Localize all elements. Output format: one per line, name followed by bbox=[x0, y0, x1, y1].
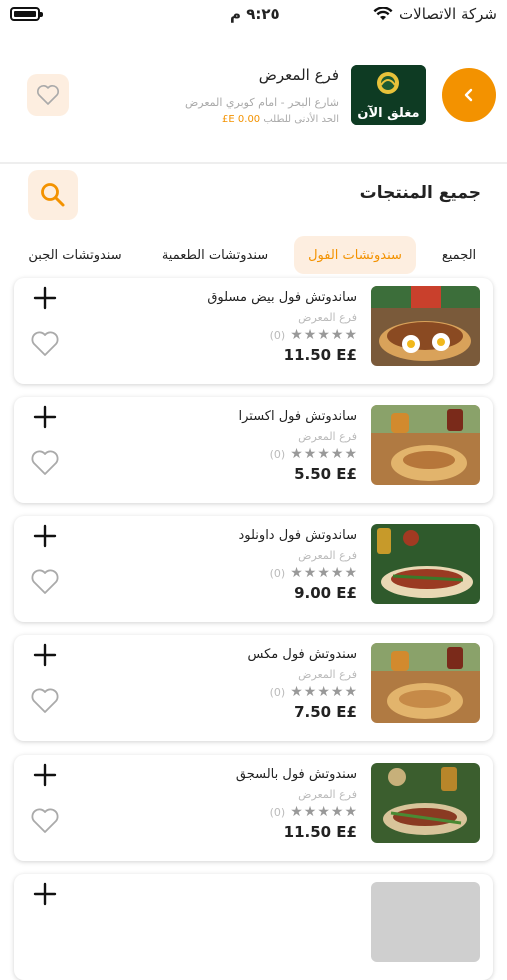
rating-count: (0) bbox=[269, 685, 286, 699]
rating-count: (0) bbox=[269, 328, 286, 342]
product-branch: فرع المعرض bbox=[298, 788, 357, 801]
search-button[interactable] bbox=[28, 170, 78, 220]
heart-icon[interactable] bbox=[30, 568, 60, 596]
star-icon: ★ bbox=[317, 446, 330, 462]
star-icon: ★ bbox=[317, 327, 330, 343]
product-card[interactable]: ساندوتش فول بيض مسلوق فرع المعرض ★ ★ ★ ★… bbox=[14, 278, 493, 384]
star-icon: ★ bbox=[290, 446, 303, 462]
product-image bbox=[371, 405, 480, 485]
star-icon: ★ bbox=[344, 684, 357, 700]
star-icon: ★ bbox=[330, 684, 344, 700]
star-icon: ★ bbox=[290, 804, 303, 820]
product-rating: ★ ★ ★ ★ ★ (0) bbox=[270, 805, 357, 819]
product-image bbox=[371, 286, 480, 366]
tab-taameya-sandwiches[interactable]: سندوتشات الطعمية bbox=[152, 236, 278, 274]
branch-address: شارع البحر - امام كوبري المعرض bbox=[184, 96, 339, 109]
branch-logo: مغلق الآن bbox=[351, 65, 426, 125]
closed-now-label: مغلق الآن bbox=[357, 106, 420, 121]
star-icon: ★ bbox=[330, 804, 344, 820]
add-to-cart-button[interactable] bbox=[32, 762, 58, 788]
status-time: ٩:٢٥ م bbox=[230, 5, 280, 23]
star-icon: ★ bbox=[344, 327, 357, 343]
branch-min-order: الحد الأدنى للطلب 0.00 E£ bbox=[222, 114, 339, 125]
add-to-cart-button[interactable] bbox=[32, 404, 58, 430]
rating-count: (0) bbox=[269, 566, 286, 580]
search-icon bbox=[41, 183, 65, 207]
product-name: ساندوتش فول اكسترا bbox=[238, 409, 357, 424]
product-rating: ★ ★ ★ ★ ★ (0) bbox=[270, 328, 357, 342]
product-rating: ★ ★ ★ ★ ★ (0) bbox=[270, 447, 357, 461]
product-image bbox=[371, 882, 480, 962]
product-name: سندوتش فول مكس bbox=[247, 647, 357, 662]
star-icon: ★ bbox=[317, 684, 330, 700]
product-price: 9.00 E£ bbox=[294, 584, 357, 602]
product-price: 7.50 E£ bbox=[294, 703, 357, 721]
heart-icon bbox=[37, 85, 59, 105]
star-icon: ★ bbox=[303, 684, 317, 700]
product-price: 11.50 E£ bbox=[283, 346, 357, 364]
star-icon: ★ bbox=[303, 327, 317, 343]
tab-all[interactable]: الجميع bbox=[429, 236, 489, 274]
star-icon: ★ bbox=[303, 446, 317, 462]
branch-open-button[interactable] bbox=[442, 68, 496, 122]
heart-icon[interactable] bbox=[30, 807, 60, 835]
rating-count: (0) bbox=[269, 447, 286, 461]
product-price: 5.50 E£ bbox=[294, 465, 357, 483]
product-name: سندوتش فول بالسجق bbox=[235, 767, 357, 782]
star-icon: ★ bbox=[330, 327, 344, 343]
star-icon: ★ bbox=[330, 446, 344, 462]
product-name: ساندوتش فول بيض مسلوق bbox=[207, 290, 357, 305]
star-icon: ★ bbox=[303, 565, 317, 581]
status-bar: ٩:٢٥ م شركة الاتصالات bbox=[0, 0, 507, 30]
heart-icon[interactable] bbox=[30, 449, 60, 477]
heart-icon[interactable] bbox=[30, 687, 60, 715]
tab-foul-sandwiches[interactable]: سندوتشات الفول bbox=[294, 236, 416, 274]
product-card[interactable] bbox=[14, 874, 493, 980]
product-branch: فرع المعرض bbox=[298, 430, 357, 443]
category-tabs: الجميع سندوتشات الفول سندوتشات الطعمية س… bbox=[0, 232, 507, 278]
product-rating: ★ ★ ★ ★ ★ (0) bbox=[270, 685, 357, 699]
rating-count: (0) bbox=[269, 805, 286, 819]
add-to-cart-button[interactable] bbox=[32, 285, 58, 311]
product-branch: فرع المعرض bbox=[298, 311, 357, 324]
branch-name: فرع المعرض bbox=[258, 66, 339, 84]
battery-icon bbox=[10, 7, 43, 21]
product-price: 11.50 E£ bbox=[283, 823, 357, 841]
heart-icon[interactable] bbox=[30, 330, 60, 358]
product-card[interactable]: ساندوتش فول داونلود فرع المعرض ★ ★ ★ ★ ★… bbox=[14, 516, 493, 622]
product-card[interactable]: سندوتش فول بالسجق فرع المعرض ★ ★ ★ ★ ★ (… bbox=[14, 755, 493, 861]
star-icon: ★ bbox=[303, 804, 317, 820]
product-branch: فرع المعرض bbox=[298, 549, 357, 562]
product-name: ساندوتش فول داونلود bbox=[238, 528, 357, 543]
star-icon: ★ bbox=[317, 804, 330, 820]
product-image bbox=[371, 763, 480, 843]
tab-cheese-sandwiches[interactable]: سندوتشات الجبن bbox=[16, 236, 134, 274]
star-icon: ★ bbox=[344, 565, 357, 581]
product-branch: فرع المعرض bbox=[298, 668, 357, 681]
star-icon: ★ bbox=[317, 565, 330, 581]
product-card[interactable]: سندوتش فول مكس فرع المعرض ★ ★ ★ ★ ★ (0) … bbox=[14, 635, 493, 741]
product-image bbox=[371, 524, 480, 604]
star-icon: ★ bbox=[344, 804, 357, 820]
star-icon: ★ bbox=[290, 327, 303, 343]
product-card[interactable]: ساندوتش فول اكسترا فرع المعرض ★ ★ ★ ★ ★ … bbox=[14, 397, 493, 503]
min-order-amount: 0.00 E£ bbox=[222, 114, 261, 125]
product-image bbox=[371, 643, 480, 723]
product-rating: ★ ★ ★ ★ ★ (0) bbox=[270, 566, 357, 580]
star-icon: ★ bbox=[344, 446, 357, 462]
divider bbox=[0, 162, 507, 164]
star-icon: ★ bbox=[290, 565, 303, 581]
add-to-cart-button[interactable] bbox=[32, 523, 58, 549]
add-to-cart-button[interactable] bbox=[32, 642, 58, 668]
carrier-name: شركة الاتصالات bbox=[399, 5, 497, 23]
page-title: جميع المنتجات bbox=[359, 183, 481, 203]
star-icon: ★ bbox=[330, 565, 344, 581]
chevron-left-icon bbox=[464, 88, 473, 102]
wifi-icon bbox=[373, 7, 393, 20]
star-icon: ★ bbox=[290, 684, 303, 700]
add-to-cart-button[interactable] bbox=[32, 881, 58, 907]
branch-favorite-button[interactable] bbox=[27, 74, 69, 116]
